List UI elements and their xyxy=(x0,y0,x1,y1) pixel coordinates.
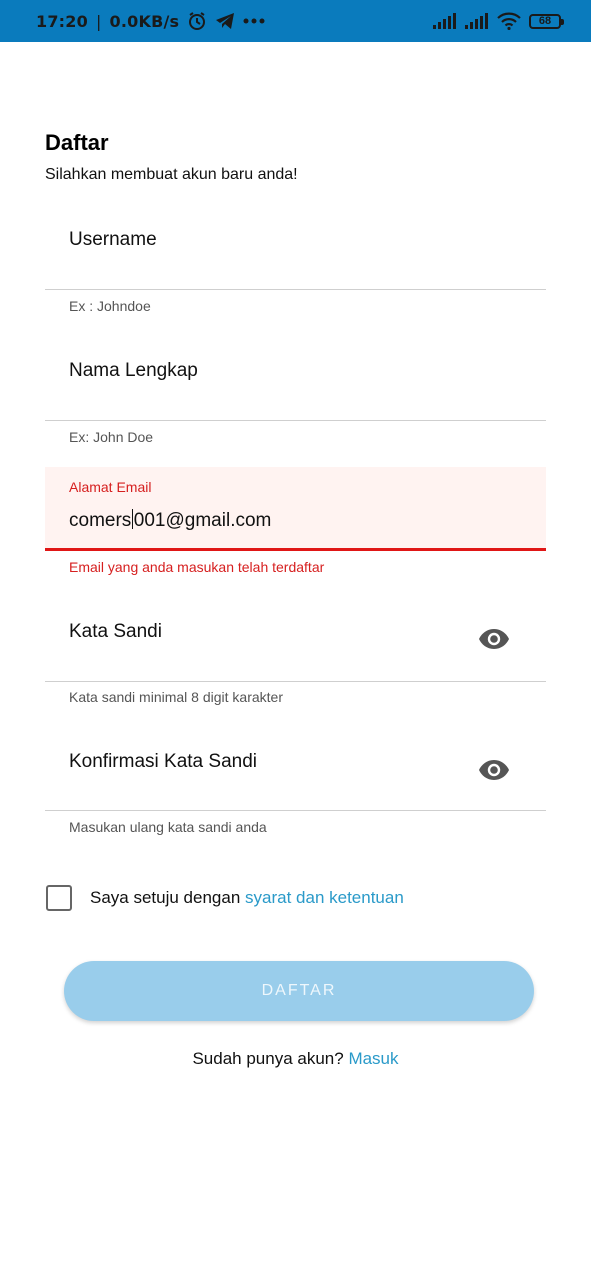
email-error-message: Email yang anda masukan telah terdaftar xyxy=(69,559,325,575)
terms-text: Saya setuju dengan syarat dan ketentuan xyxy=(90,888,404,908)
telegram-icon xyxy=(215,12,235,30)
username-helper: Ex : Johndoe xyxy=(69,298,151,314)
full-name-helper: Ex: John Doe xyxy=(69,429,154,445)
eye-icon[interactable] xyxy=(478,628,510,650)
page-subtitle: Silahkan membuat akun baru anda! xyxy=(45,166,298,183)
alarm-icon xyxy=(187,11,207,31)
page-title: Daftar xyxy=(45,130,109,155)
battery-icon: 68 xyxy=(529,13,564,29)
login-prompt: Sudah punya akun? Masuk xyxy=(0,1049,591,1069)
login-prompt-text: Sudah punya akun? xyxy=(192,1049,349,1068)
full-name-label: Nama Lengkap xyxy=(69,360,198,381)
register-button[interactable]: DAFTAR xyxy=(64,961,534,1021)
username-label: Username xyxy=(69,229,157,250)
login-link[interactable]: Masuk xyxy=(348,1049,398,1068)
confirm-password-field[interactable]: Konfirmasi Kata Sandi xyxy=(45,727,546,813)
confirm-password-helper: Masukan ulang kata sandi anda xyxy=(69,819,267,835)
status-separator: | xyxy=(95,11,102,31)
full-name-field[interactable]: Nama Lengkap xyxy=(45,336,546,422)
username-underline xyxy=(45,289,546,290)
email-field[interactable]: Alamat Email comers 001@gmail.com xyxy=(45,467,546,551)
signal-icon xyxy=(433,13,457,29)
terms-link[interactable]: syarat dan ketentuan xyxy=(245,888,404,907)
status-bar: 17:20 | 0.0KB/s 68 xyxy=(0,0,591,42)
battery-level: 68 xyxy=(538,15,552,27)
email-value-start: comers xyxy=(69,510,132,531)
terms-label: Saya setuju dengan xyxy=(90,888,246,907)
confirm-password-underline xyxy=(45,810,546,811)
password-label: Kata Sandi xyxy=(69,621,162,642)
password-helper: Kata sandi minimal 8 digit karakter xyxy=(69,689,283,705)
password-field[interactable]: Kata Sandi xyxy=(45,597,546,683)
status-time: 17:20 xyxy=(36,11,88,31)
wifi-icon xyxy=(497,12,521,30)
full-name-underline xyxy=(45,420,546,421)
confirm-password-label: Konfirmasi Kata Sandi xyxy=(69,751,257,772)
password-underline xyxy=(45,681,546,682)
network-speed: 0.0KB/s xyxy=(109,11,180,31)
email-value[interactable]: comers 001@gmail.com xyxy=(69,509,271,532)
email-value-end: 001@gmail.com xyxy=(133,510,272,531)
more-icon xyxy=(243,18,265,24)
signal-icon xyxy=(465,13,489,29)
email-label: Alamat Email xyxy=(69,479,152,495)
terms-checkbox[interactable] xyxy=(46,885,72,911)
username-field[interactable]: Username xyxy=(45,205,546,291)
eye-icon[interactable] xyxy=(478,759,510,781)
email-error-underline xyxy=(45,548,546,551)
